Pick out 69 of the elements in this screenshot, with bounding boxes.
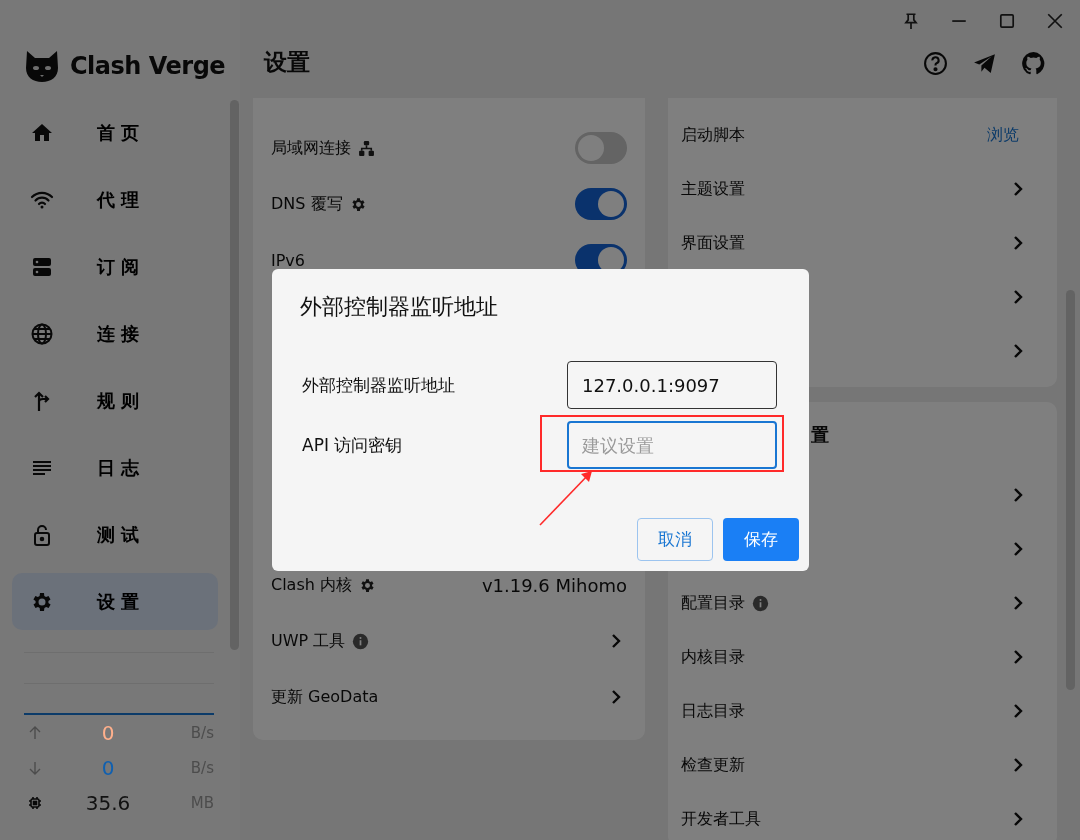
help-icon[interactable]	[923, 51, 948, 76]
chip-icon	[28, 795, 42, 810]
info-icon	[352, 632, 370, 650]
chevron-right-icon	[1013, 181, 1023, 197]
setting-label: 检查更新	[681, 754, 745, 776]
settings-icon	[359, 576, 376, 594]
info-icon	[752, 594, 769, 612]
close-icon[interactable]	[1046, 12, 1064, 30]
setting-label: 更新 GeoData	[271, 686, 379, 708]
paper-plane-icon[interactable]	[972, 51, 997, 76]
chevron-right-icon	[1013, 289, 1023, 305]
maximize-icon[interactable]	[998, 12, 1016, 30]
section-heading: 置	[811, 423, 829, 447]
github-icon[interactable]	[1021, 51, 1046, 76]
network-icon	[358, 139, 375, 157]
input-field[interactable]: 建议设置	[567, 421, 777, 469]
nav-item[interactable]: 规则	[12, 372, 218, 429]
globe-icon	[30, 321, 54, 346]
cancel-button[interactable]: 取消	[637, 518, 713, 561]
chevron-right-icon	[1013, 487, 1023, 503]
nav-item[interactable]: 连接	[12, 305, 218, 362]
setting-label: 内核目录	[681, 646, 745, 668]
dialog-title: 外部控制器监听地址	[300, 293, 499, 321]
nav-item[interactable]: 订阅	[12, 238, 218, 295]
setting-label: 配置目录	[681, 592, 745, 614]
chevron-right-icon	[1013, 703, 1023, 719]
traffic-value: 0	[100, 720, 116, 745]
chevron-right-icon	[1013, 757, 1023, 773]
setting-label: 局域网连接	[271, 137, 351, 159]
nav-item[interactable]: 代理	[12, 171, 218, 228]
chevron-right-icon	[1013, 343, 1023, 359]
setting-label: DNS 覆写	[271, 193, 343, 215]
traffic-value: 35.6	[84, 790, 132, 815]
chevron-right-icon	[611, 689, 621, 705]
down-arrow-icon	[28, 760, 42, 775]
nav-item[interactable]: 日志	[12, 439, 218, 496]
field-label: API 访问密钥	[302, 433, 403, 457]
setting-label: 开发者工具	[681, 808, 761, 830]
app-name: Clash Verge	[70, 52, 226, 80]
cat-logo-icon	[24, 48, 60, 84]
traffic-value: 0	[100, 755, 116, 780]
setting-label: Clash 内核	[271, 574, 352, 596]
annotation-arrow	[538, 469, 594, 527]
nav-item[interactable]: 首页	[12, 104, 218, 161]
chevron-right-icon	[1013, 811, 1023, 827]
toggle-switch[interactable]	[575, 132, 627, 164]
page-title: 设置	[264, 48, 310, 77]
chevron-right-icon	[1013, 541, 1023, 557]
setting-label: 界面设置	[681, 232, 745, 254]
nav-item[interactable]: 测试	[12, 506, 218, 563]
setting-label: 主题设置	[681, 178, 745, 200]
save-button[interactable]: 保存	[723, 518, 799, 561]
browse-link[interactable]: 浏览	[987, 124, 1019, 146]
setting-label: IPv6	[271, 250, 305, 270]
setting-label: 日志目录	[681, 700, 745, 722]
chevron-right-icon	[1013, 235, 1023, 251]
chevron-right-icon	[1013, 649, 1023, 665]
nav-item[interactable]: 设置	[12, 573, 218, 630]
pin-icon[interactable]	[902, 12, 920, 30]
setting-label: 启动脚本	[681, 124, 745, 146]
toggle-switch[interactable]	[575, 188, 627, 220]
setting-label: UWP 工具	[271, 630, 346, 652]
version-text: v1.19.6 Mihomo	[481, 574, 627, 596]
chevron-right-icon	[611, 633, 621, 649]
settings-icon	[349, 195, 367, 213]
field-label: 外部控制器监听地址	[302, 373, 455, 397]
up-arrow-icon	[28, 725, 42, 740]
input-field[interactable]: 127.0.0.1:9097	[567, 361, 777, 409]
chevron-right-icon	[1013, 595, 1023, 611]
